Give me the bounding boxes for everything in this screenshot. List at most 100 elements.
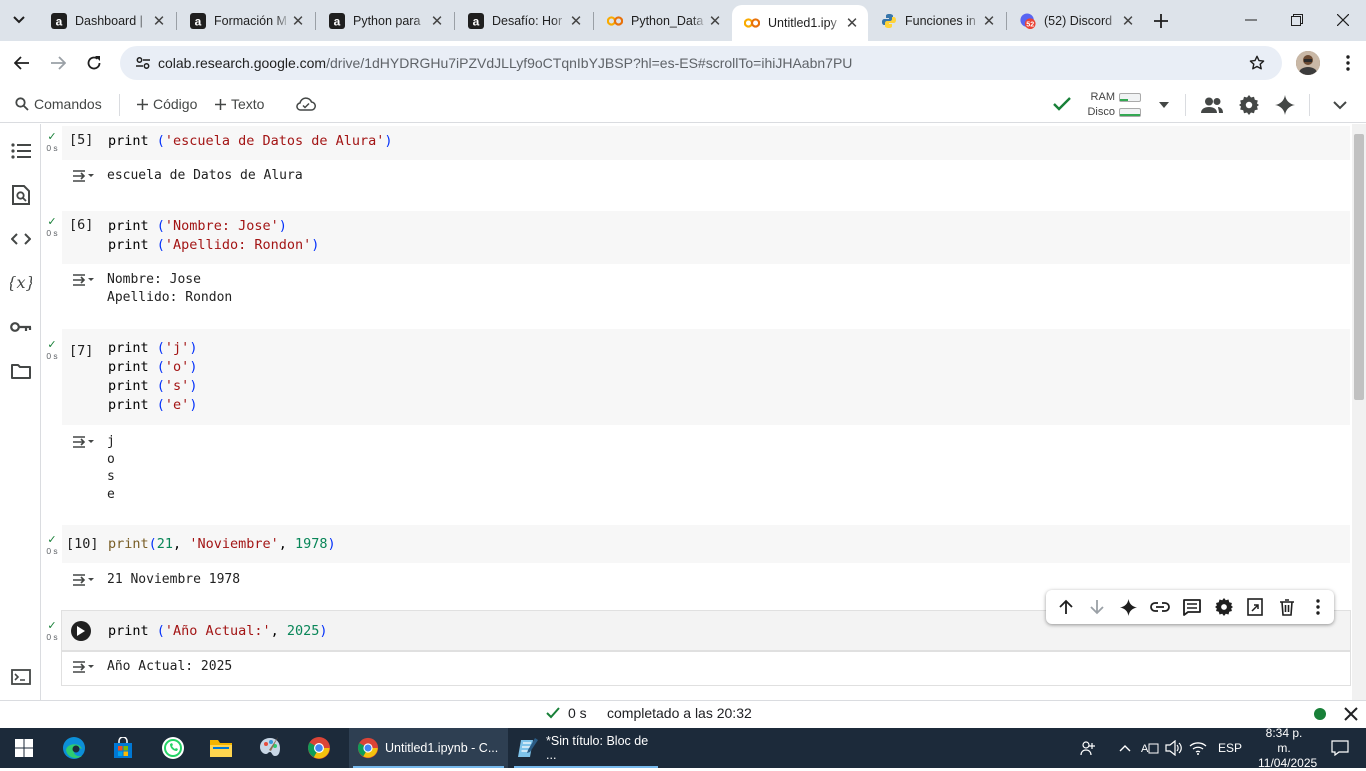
move-down-button[interactable] bbox=[1082, 591, 1114, 623]
ime-icon[interactable]: A bbox=[1138, 740, 1162, 756]
completed-text[interactable]: completado a las 20:32 bbox=[607, 705, 752, 721]
browser-tab-python-data[interactable]: Python_Data ✕ bbox=[595, 4, 731, 37]
new-tab-button[interactable] bbox=[1148, 8, 1174, 34]
clock[interactable]: 8:34 p. m. 11/04/2025 bbox=[1258, 726, 1317, 771]
output-actions-icon[interactable] bbox=[71, 659, 95, 675]
close-icon[interactable]: ✕ bbox=[707, 13, 723, 30]
site-settings-icon[interactable] bbox=[128, 55, 158, 71]
start-button[interactable] bbox=[8, 732, 40, 764]
code-cell[interactable]: [10] print(21, 'Noviembre', 1978) bbox=[62, 525, 1350, 563]
back-button[interactable] bbox=[8, 49, 36, 77]
add-comment-button[interactable] bbox=[1176, 591, 1208, 623]
edge-taskbar-icon[interactable] bbox=[58, 732, 90, 764]
close-icon[interactable]: ✕ bbox=[568, 13, 584, 30]
run-cell-button[interactable] bbox=[71, 621, 91, 641]
notepad-window-button[interactable]: *Sin título: Bloc de ... bbox=[510, 728, 662, 768]
code-source[interactable]: print ('Año Actual:', 2025) bbox=[108, 622, 328, 641]
cell-settings-button[interactable] bbox=[1208, 591, 1240, 623]
close-icon[interactable]: ✕ bbox=[151, 13, 167, 30]
chrome-window-button[interactable]: Untitled1.ipynb - C... bbox=[349, 728, 508, 768]
close-icon[interactable]: ✕ bbox=[981, 13, 997, 30]
browser-tab-desafio[interactable]: a Desafío: Hor ✕ bbox=[456, 4, 592, 37]
secrets-button[interactable] bbox=[8, 314, 34, 340]
output-actions-icon[interactable] bbox=[71, 168, 95, 184]
code-snippets-button[interactable] bbox=[8, 226, 34, 252]
output-actions-icon[interactable] bbox=[71, 434, 95, 450]
browser-tab-dashboard[interactable]: a Dashboard | ✕ bbox=[39, 4, 175, 37]
table-of-contents-button[interactable] bbox=[8, 138, 34, 164]
volume-icon[interactable] bbox=[1162, 740, 1186, 756]
wifi-icon[interactable] bbox=[1186, 741, 1210, 755]
code-cell[interactable]: [6] print ('Nombre: Jose') print ('Apelli… bbox=[62, 211, 1350, 264]
browser-menu-button[interactable] bbox=[1334, 49, 1362, 77]
forward-button[interactable] bbox=[44, 49, 72, 77]
scrollbar-thumb[interactable] bbox=[1354, 134, 1364, 400]
output-actions-icon[interactable] bbox=[71, 572, 95, 588]
copy-link-button[interactable] bbox=[1145, 591, 1177, 623]
tab-search-button[interactable] bbox=[5, 6, 33, 34]
ram-label: RAM bbox=[1090, 91, 1115, 103]
browser-tab-python-para[interactable]: a Python para ✕ bbox=[317, 4, 453, 37]
url-text[interactable]: colab.research.google.com/drive/1dHYDRGH… bbox=[158, 55, 1242, 71]
variables-button[interactable]: {x} bbox=[8, 270, 34, 296]
commands-button[interactable]: Comandos bbox=[15, 85, 102, 123]
whatsapp-taskbar-icon[interactable] bbox=[157, 732, 189, 764]
add-code-button[interactable]: Código bbox=[137, 85, 197, 123]
terminal-button[interactable] bbox=[8, 664, 34, 690]
cell-output: escuela de Datos de Alura bbox=[62, 166, 1350, 194]
chrome-taskbar-icon[interactable] bbox=[303, 732, 335, 764]
files-button[interactable] bbox=[8, 358, 34, 384]
browser-tab-formacion[interactable]: a Formación M ✕ bbox=[178, 4, 314, 37]
minimize-button[interactable] bbox=[1228, 0, 1274, 40]
omnibox[interactable]: colab.research.google.com/drive/1dHYDRGH… bbox=[120, 46, 1282, 80]
output-actions-icon[interactable] bbox=[71, 272, 95, 288]
code-cell[interactable]: [7] print ('j') print ('o') print ('s') pri… bbox=[62, 329, 1350, 425]
reload-button[interactable] bbox=[80, 49, 108, 77]
restore-button[interactable] bbox=[1274, 0, 1320, 40]
settings-button[interactable] bbox=[1236, 92, 1262, 118]
code-source[interactable]: print ('j') print ('o') print ('s') print (… bbox=[108, 339, 197, 415]
add-text-button[interactable]: Texto bbox=[215, 85, 264, 123]
share-people-button[interactable] bbox=[1199, 92, 1225, 118]
variables-icon: {x} bbox=[10, 273, 32, 292]
more-actions-button[interactable] bbox=[1303, 591, 1335, 623]
url-path: /drive/1dHYDRGHu7iPZVdJLLyf9oCTqnIbYJBSP… bbox=[326, 55, 853, 71]
code-source[interactable]: print ('escuela de Datos de Alura') bbox=[108, 132, 393, 151]
code-source[interactable]: print(21, 'Noviembre', 1978) bbox=[108, 535, 336, 554]
close-icon[interactable]: ✕ bbox=[290, 13, 306, 30]
mirror-cell-button[interactable] bbox=[1239, 591, 1271, 623]
file-explorer-taskbar-icon[interactable] bbox=[205, 732, 237, 764]
notebook-scrollbar[interactable] bbox=[1352, 124, 1366, 700]
language-indicator[interactable]: ESP bbox=[1218, 741, 1242, 755]
gemini-button[interactable] bbox=[1272, 92, 1298, 118]
profile-avatar[interactable] bbox=[1296, 51, 1320, 75]
store-taskbar-icon[interactable] bbox=[107, 732, 139, 764]
code-source[interactable]: print ('Nombre: Jose') print ('Apellido: … bbox=[108, 217, 319, 255]
notifications-icon[interactable] bbox=[1328, 740, 1352, 756]
cloud-check-icon bbox=[296, 97, 316, 111]
resources-indicator[interactable]: RAM Disco bbox=[1083, 88, 1147, 120]
tab-title: Python para bbox=[353, 13, 421, 28]
collapse-header-button[interactable] bbox=[1327, 92, 1353, 118]
close-icon[interactable]: ✕ bbox=[429, 13, 445, 30]
drive-save-status-button[interactable] bbox=[296, 85, 321, 123]
close-window-button[interactable] bbox=[1320, 0, 1366, 40]
move-up-button[interactable] bbox=[1050, 591, 1082, 623]
browser-tab-untitled1[interactable]: Untitled1.ipy ✕ bbox=[732, 5, 868, 41]
gemini-cell-button[interactable] bbox=[1113, 591, 1145, 623]
code-cell[interactable]: [5] print ('escuela de Datos de Alura') bbox=[62, 126, 1350, 160]
browser-tab-discord[interactable]: 52 (52) Discord ✕ bbox=[1008, 4, 1144, 37]
people-icon[interactable] bbox=[1078, 740, 1098, 756]
chevron-up-icon[interactable] bbox=[1112, 744, 1138, 752]
close-status-button[interactable] bbox=[1344, 707, 1358, 721]
browser-tab-funciones[interactable]: Funciones in ✕ bbox=[869, 4, 1005, 37]
runtime-dropdown-button[interactable] bbox=[1151, 92, 1177, 118]
svg-text:a: a bbox=[56, 14, 63, 28]
close-icon[interactable]: ✕ bbox=[844, 15, 860, 32]
find-replace-button[interactable] bbox=[8, 182, 34, 208]
bookmark-star-icon[interactable] bbox=[1242, 55, 1272, 71]
colab-toolbar: Comandos Código Texto RAM Disco bbox=[0, 85, 1366, 123]
close-icon[interactable]: ✕ bbox=[1120, 13, 1136, 30]
delete-cell-button[interactable] bbox=[1271, 591, 1303, 623]
paint-taskbar-icon[interactable] bbox=[254, 732, 286, 764]
